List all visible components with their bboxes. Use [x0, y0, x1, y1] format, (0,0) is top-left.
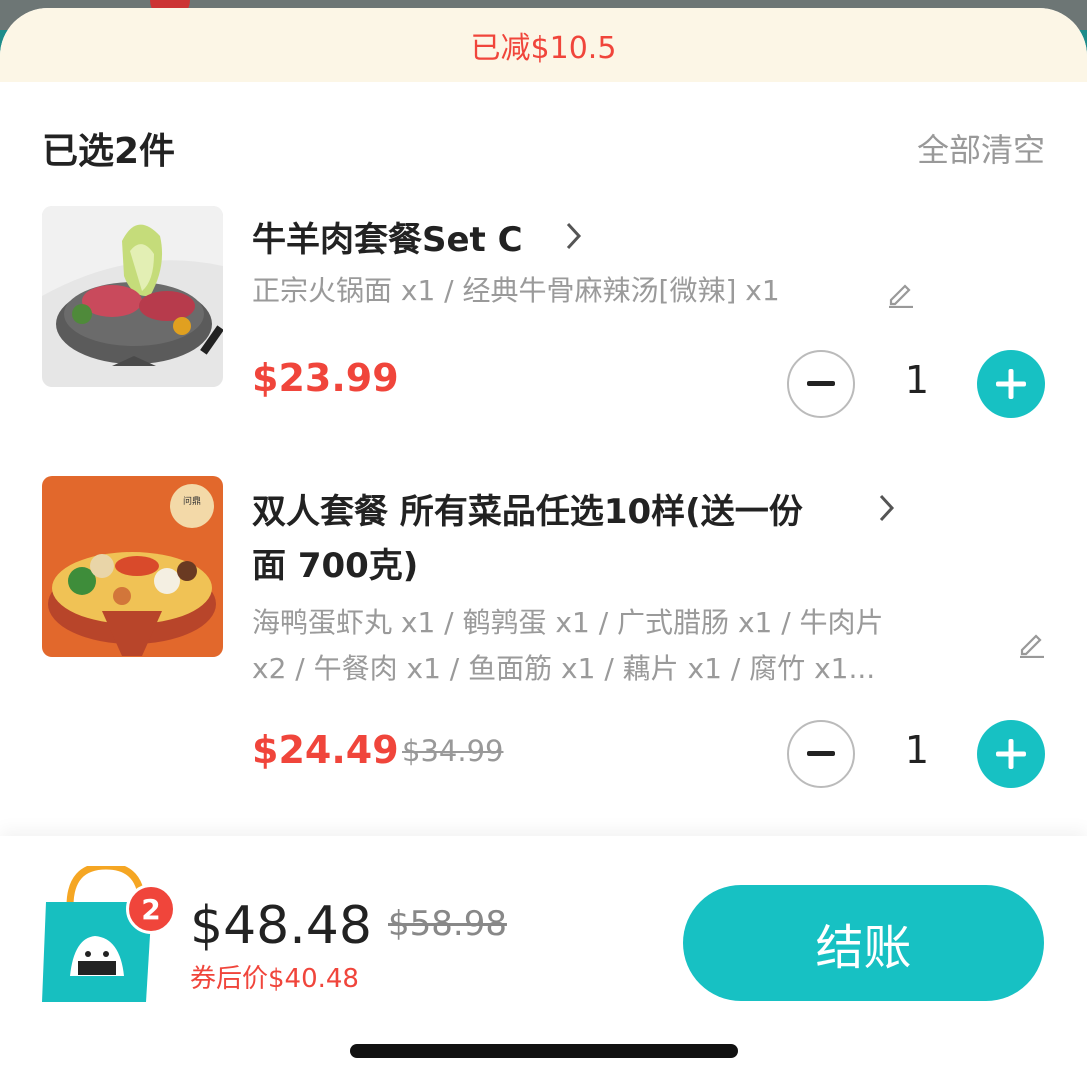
item-name[interactable]: 牛羊肉套餐Set C [252, 214, 523, 266]
pencil-icon[interactable] [1017, 628, 1047, 662]
item-name[interactable]: 双人套餐 所有菜品任选10样(送一份 [252, 486, 803, 538]
decrease-button[interactable] [787, 350, 855, 418]
product-image[interactable]: 问鼎 [42, 476, 223, 657]
quantity-value: 1 [904, 358, 930, 402]
seal-label: 问鼎 [183, 495, 201, 507]
quantity-stepper: 1 [787, 350, 1045, 418]
selected-count: 已选2件 [42, 131, 176, 172]
cart-item: 问鼎 双人套餐 所有菜品任选10样(送一份 面 700克) 海鸭蛋虾丸 x1 /… [42, 476, 1045, 806]
discount-text: 已减$10.5 [470, 31, 617, 66]
minus-icon [807, 751, 835, 756]
pencil-icon[interactable] [886, 278, 916, 312]
item-options: 正宗火锅面 x1 / 经典牛骨麻辣汤[微辣] x1 [252, 274, 780, 307]
quantity-value: 1 [904, 728, 930, 772]
quantity-stepper: 1 [787, 720, 1045, 788]
total-price: $48.48 [190, 896, 372, 956]
plus-icon [996, 739, 1026, 769]
cart-sheet: 已减$10.5 已选2件 全部清空 牛羊肉套餐Set C 正宗火锅面 x1 / … [0, 8, 1087, 1080]
chevron-right-icon[interactable] [564, 218, 584, 263]
item-original-price: $34.99 [402, 734, 504, 768]
decrease-button[interactable] [787, 720, 855, 788]
item-options-continued: x2 / 午餐肉 x1 / 鱼面筋 x1 / 藕片 x1 / 腐竹 x1... [252, 652, 876, 685]
item-price: $24.49 [252, 728, 399, 772]
coupon-price: 券后价$40.48 [190, 964, 359, 994]
increase-button[interactable] [977, 350, 1045, 418]
increase-button[interactable] [977, 720, 1045, 788]
item-name-continued: 面 700克) [252, 546, 419, 586]
original-total-price: $58.98 [388, 904, 507, 944]
cart-header: 已选2件 全部清空 [42, 123, 1045, 173]
checkout-button[interactable]: 结账 [683, 885, 1044, 1001]
plus-icon [996, 369, 1026, 399]
item-price: $23.99 [252, 356, 399, 400]
product-image[interactable] [42, 206, 223, 387]
chevron-right-icon[interactable] [877, 490, 897, 535]
cart-item: 牛羊肉套餐Set C 正宗火锅面 x1 / 经典牛骨麻辣汤[微辣] x1 $23… [42, 206, 1045, 418]
item-options: 海鸭蛋虾丸 x1 / 鹌鹑蛋 x1 / 广式腊肠 x1 / 牛肉片 [252, 606, 884, 639]
discount-banner: 已减$10.5 [0, 8, 1087, 82]
minus-icon [807, 381, 835, 386]
clear-all-button[interactable]: 全部清空 [917, 125, 1045, 171]
cart-count-badge: 2 [126, 884, 176, 934]
home-indicator[interactable] [350, 1044, 738, 1058]
